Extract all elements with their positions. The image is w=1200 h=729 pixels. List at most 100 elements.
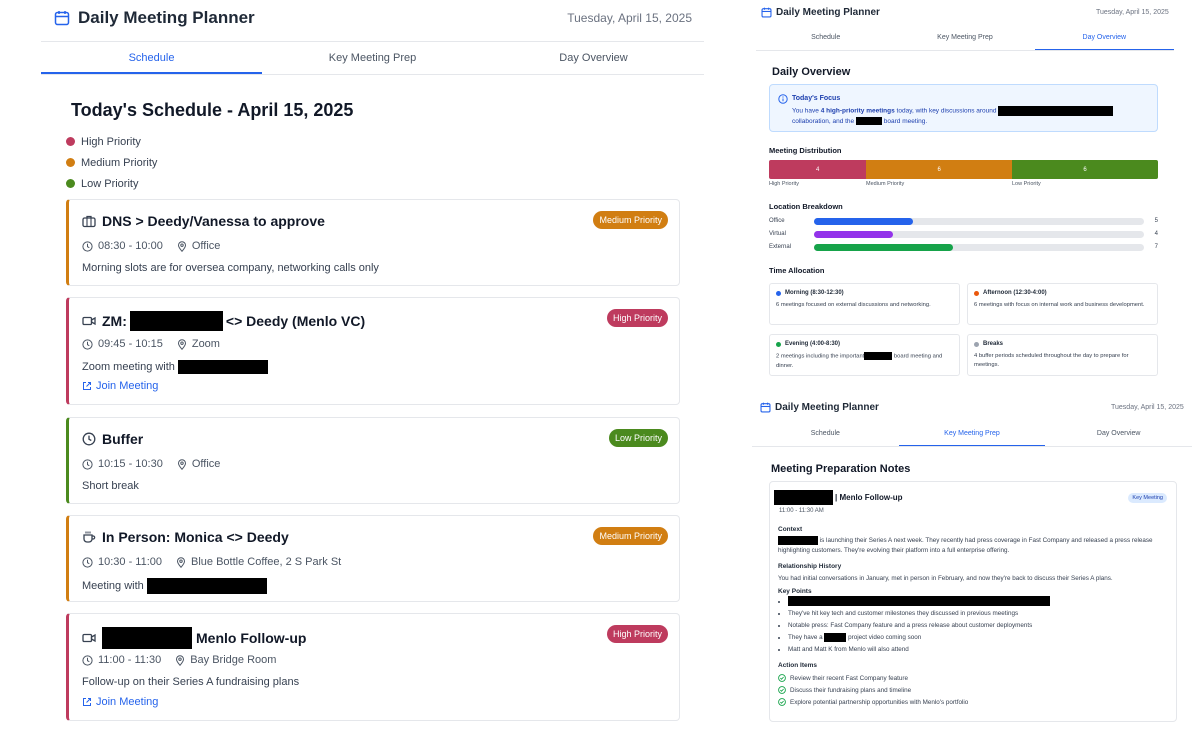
time-block-title-text: Breaks (983, 341, 1004, 347)
join-meeting-link[interactable]: Join Meeting (82, 696, 158, 708)
key-meeting-prep-panel: Daily Meeting Planner Tuesday, April 15,… (752, 396, 1192, 729)
tab-day-overview[interactable]: Day Overview (1045, 423, 1192, 446)
clock-icon (82, 338, 93, 350)
priority-badge: Medium Priority (593, 527, 668, 545)
time-block-text-part: 2 meetings including the important (776, 353, 865, 360)
redacted-block (129, 311, 223, 331)
location-row: External 7 (769, 242, 1158, 252)
tab-key-meeting-prep[interactable]: Key Meeting Prep (262, 42, 483, 74)
focus-text-part: board meeting. (883, 117, 928, 125)
focus-callout: Today's Focus You have 4 high-priority m… (769, 84, 1158, 132)
redacted-block (177, 360, 268, 374)
meeting-meta: 08:30 - 10:00 Office (82, 240, 220, 252)
join-meeting-link[interactable]: Join Meeting (82, 380, 158, 392)
meeting-description: Morning slots are for oversea company, n… (82, 262, 379, 274)
location-fill (814, 243, 953, 251)
location-name: Office (769, 218, 785, 224)
distribution-legend-label: Low Priority (1012, 181, 1041, 187)
key-points-list: They've hit key tech and customer milest… (788, 596, 1050, 656)
meeting-card[interactable]: Buffer Low Priority 10:15 - 10:30 Office… (66, 417, 680, 504)
meeting-meta: 10:30 - 11:00 Blue Bottle Coffee, 2 S Pa… (82, 556, 341, 568)
key-point (788, 596, 1050, 608)
meeting-title: DNS > Deedy/Vanessa to approve (82, 213, 325, 229)
time-block-title-text: Morning (8:30-12:30) (785, 290, 844, 296)
section-heading: Daily Overview (772, 66, 851, 78)
action-item-text: Explore potential partnership opportunit… (790, 698, 969, 706)
meeting-title: Buffer (82, 431, 143, 447)
meeting-time: 09:45 - 10:15 (98, 338, 163, 350)
app-title: Daily Meeting Planner (78, 8, 255, 27)
focus-highlight: 4 high-priority meetings (820, 107, 895, 115)
focus-text-part: today, with key discussions around (896, 107, 997, 115)
history-label: Relationship History (778, 563, 842, 570)
meeting-time: 11:00 - 11:30 (98, 654, 162, 666)
meeting-card[interactable]: ZM: <> Deedy (Menlo VC) High Priority 09… (66, 297, 680, 405)
time-block-title: Morning (8:30-12:30) (776, 290, 844, 296)
location-name: Virtual (769, 231, 786, 237)
priority-legend: High Priority Medium Priority Low Priori… (66, 131, 157, 194)
action-item: Discuss their fundraising plans and time… (778, 684, 968, 696)
meeting-card[interactable]: DNS > Deedy/Vanessa to approve Medium Pr… (66, 199, 680, 286)
action-item-text: Review their recent Fast Company feature (790, 674, 908, 682)
tab-bar: Schedule Key Meeting Prep Day Overview (756, 27, 1174, 51)
time-block-title-text: Afternoon (12:30-4:00) (983, 290, 1047, 296)
location-fill (814, 230, 894, 238)
distribution-legend-label: Medium Priority (866, 181, 905, 187)
app-title: Daily Meeting Planner (775, 402, 879, 413)
status-dot (974, 290, 979, 296)
app-title: Daily Meeting Planner (776, 7, 880, 18)
location-count: 5 (1154, 218, 1158, 224)
calendar-icon (760, 402, 771, 413)
key-point: Matt and Matt K from Menlo will also att… (788, 644, 1050, 656)
meeting-title-text: Menlo Follow-up (196, 630, 307, 646)
tab-day-overview[interactable]: Day Overview (1034, 27, 1174, 50)
location-track (814, 230, 1144, 238)
legend-low: Low Priority (66, 173, 157, 194)
meeting-location: Bay Bridge Room (190, 654, 277, 666)
meeting-title: In Person: Monica <> Deedy (82, 529, 289, 545)
priority-badge: High Priority (606, 625, 668, 643)
tab-key-meeting-prep[interactable]: Key Meeting Prep (898, 423, 1046, 446)
status-dot (776, 290, 781, 296)
focus-title: Today's Focus (792, 95, 841, 102)
meeting-description: Zoom meeting with (82, 360, 268, 374)
time-block-text: 4 buffer periods scheduled throughout th… (974, 353, 1129, 368)
meeting-location: Office (191, 458, 221, 470)
meeting-card[interactable]: Menlo Follow-up High Priority 11:00 - 11… (66, 613, 680, 721)
tab-schedule[interactable]: Schedule (756, 27, 895, 50)
clock-icon (82, 556, 93, 568)
external-link-icon (83, 382, 91, 390)
tab-day-overview[interactable]: Day Overview (483, 42, 704, 74)
tab-schedule[interactable]: Schedule (752, 423, 899, 446)
location-name: External (769, 244, 792, 250)
map-pin-icon (177, 240, 186, 252)
tab-key-meeting-prep[interactable]: Key Meeting Prep (895, 27, 1034, 50)
coffee-icon (83, 531, 96, 543)
check-circle-icon (778, 698, 786, 706)
context-label: Context (778, 526, 803, 533)
map-pin-icon (177, 458, 186, 470)
tab-schedule[interactable]: Schedule (41, 42, 262, 74)
action-items-label: Action Items (778, 662, 818, 669)
meeting-card[interactable]: In Person: Monica <> Deedy Medium Priori… (66, 515, 680, 602)
calendar-icon (54, 11, 70, 26)
location-row: Virtual 4 (769, 229, 1158, 239)
focus-text-part: You have (792, 107, 819, 115)
meeting-location: Office (191, 240, 221, 252)
time-block-breaks: Breaks 4 buffer periods scheduled throug… (967, 334, 1158, 376)
location-track (814, 217, 1144, 225)
history-text: You had initial conversations in January… (778, 575, 1113, 582)
legend-label: High Priority (81, 135, 141, 148)
distribution-segment-low: 6 (1012, 160, 1158, 179)
clock-icon (82, 240, 93, 252)
meeting-description-text: Zoom meeting with (82, 361, 175, 373)
distribution-label: Meeting Distribution (769, 146, 842, 155)
distribution-legend-label: High Priority (769, 181, 799, 187)
briefcase-icon (82, 215, 96, 228)
clock-icon (82, 432, 96, 446)
context-text: is launching their Series A next week. T… (778, 536, 1173, 556)
location-row: Office 5 (769, 216, 1158, 226)
redacted-block (146, 578, 267, 594)
action-items-list: Review their recent Fast Company feature… (778, 672, 968, 708)
redacted-block (998, 106, 1114, 116)
